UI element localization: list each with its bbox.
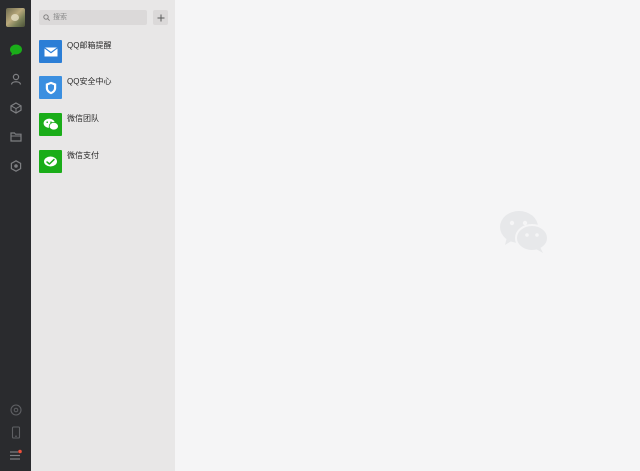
- wechat-icon: [39, 113, 62, 136]
- contacts-icon[interactable]: [7, 70, 24, 87]
- phone-icon[interactable]: [7, 424, 24, 441]
- files-icon[interactable]: [7, 128, 24, 145]
- plus-icon: [157, 14, 164, 21]
- chat-icon[interactable]: [7, 41, 24, 58]
- shield-icon: [39, 76, 62, 99]
- search-icon: [43, 14, 50, 21]
- nav-rail: [0, 0, 31, 471]
- moments-icon[interactable]: [7, 401, 24, 418]
- chat-list-panel: QQ邮箱提醒 QQ安全中心 微信团队 微信支付: [31, 0, 175, 471]
- wechat-pay-icon: [39, 150, 62, 173]
- mini-programs-icon[interactable]: [7, 157, 24, 174]
- chat-item-wechat-pay[interactable]: 微信支付: [31, 147, 175, 184]
- wechat-window: QQ邮箱提醒 QQ安全中心 微信团队 微信支付: [0, 0, 640, 471]
- chat-name: 微信支付: [67, 151, 99, 160]
- search-box[interactable]: [39, 10, 147, 25]
- chat-item-wechat-team[interactable]: 微信团队: [31, 110, 175, 147]
- favorites-icon[interactable]: [7, 99, 24, 116]
- menu-icon[interactable]: [7, 446, 24, 463]
- chat-name: 微信团队: [67, 114, 99, 123]
- wechat-logo-watermark-icon: [500, 211, 549, 253]
- add-chat-button[interactable]: [153, 10, 168, 25]
- mail-icon: [39, 40, 62, 63]
- chat-name: QQ安全中心: [67, 77, 112, 86]
- chat-item-qq-security[interactable]: QQ安全中心: [31, 73, 175, 110]
- chat-item-qq-mail[interactable]: QQ邮箱提醒: [31, 37, 175, 74]
- chat-name: QQ邮箱提醒: [67, 41, 112, 50]
- user-avatar[interactable]: [6, 8, 25, 27]
- main-content-area: [175, 0, 640, 471]
- search-input[interactable]: [50, 11, 137, 24]
